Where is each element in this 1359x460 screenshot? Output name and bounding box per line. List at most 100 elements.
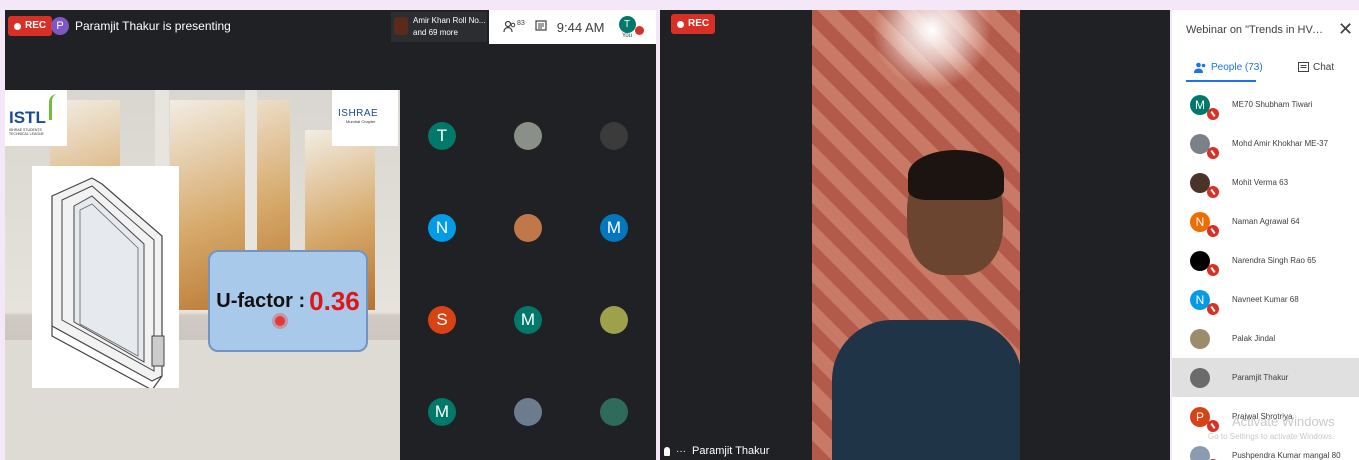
photo-avatar-icon[interactable] (600, 398, 628, 426)
participant-name: Palak Jindal (1232, 334, 1276, 343)
participant-avatar (1190, 250, 1219, 276)
window-section-illustration (51, 177, 165, 391)
participant-tile[interactable]: N (428, 214, 456, 242)
photo-avatar-icon[interactable] (600, 122, 628, 150)
photo-avatar-icon[interactable] (514, 398, 542, 426)
photo-avatar-icon[interactable] (600, 306, 628, 334)
recording-badge: REC (8, 16, 53, 36)
presenter-avatar: P (51, 17, 69, 35)
participant-tile[interactable]: T (428, 122, 456, 150)
mic-off-icon (1207, 185, 1219, 198)
participant-initial: N (435, 218, 449, 237)
speaker-view: REC ··· Paramjit Thakur (660, 10, 1170, 460)
participant-row[interactable]: Paramjit Thakur (1172, 358, 1359, 397)
participant-row[interactable]: Mohd Amir Khokhar ME-37 (1172, 124, 1359, 163)
mic-off-icon (1207, 263, 1219, 276)
chat-button[interactable] (535, 19, 547, 35)
speaker-hair (908, 150, 1004, 200)
mic-off-icon (1207, 302, 1219, 315)
light-glare (872, 10, 992, 90)
close-icon[interactable]: ✕ (1338, 19, 1353, 40)
tab-people[interactable]: People (73) (1194, 62, 1263, 73)
speaker-shirt (832, 320, 1020, 460)
participant-name: Mohit Verma 63 (1232, 178, 1289, 187)
record-dot-icon (677, 20, 684, 28)
chat-icon (1298, 62, 1309, 72)
recording-label: REC (688, 18, 710, 29)
participant-name: ME70 Shubham Tiwari (1232, 100, 1313, 109)
meeting-controls: 83 9:44 AM T You (489, 10, 656, 44)
recording-label: REC (25, 20, 47, 31)
participant-name: Paramjit Thakur (1232, 373, 1289, 382)
notification-line2: and 69 more (413, 28, 458, 37)
participant-avatar (1190, 133, 1219, 159)
participant-avatar (1190, 172, 1219, 198)
participant-row[interactable]: N Naman Agrawal 64 (1172, 202, 1359, 241)
participant-initial: M (434, 402, 450, 421)
participant-avatar (1190, 445, 1219, 460)
participant-avatar (1190, 328, 1210, 349)
participant-name: Mohd Amir Khokhar ME-37 (1232, 139, 1329, 148)
mic-off-icon (1207, 146, 1219, 159)
u-factor-value: 0.36 (309, 285, 360, 316)
u-factor-label: U-factor : (216, 289, 306, 312)
tab-chat[interactable]: Chat (1298, 62, 1334, 73)
active-tab-indicator (1186, 80, 1256, 82)
participant-initial: M (1195, 97, 1205, 112)
notification-line1: Amir Khan Roll No... (413, 16, 486, 25)
mic-icon (664, 446, 670, 456)
participant-row[interactable]: Narendra Singh Rao 65 (1172, 241, 1359, 280)
table-plank (315, 340, 400, 460)
activation-watermark: Activate Windows (1232, 414, 1335, 429)
meeting-title: Webinar on "Trends in HVAC Indu... (1186, 24, 1326, 36)
ishrae-logo: ISHRAE Mumbai Chapter (332, 90, 398, 146)
participant-avatar: N (1190, 211, 1219, 237)
photo-avatar-icon[interactable] (514, 214, 542, 242)
chat-icon (535, 19, 547, 31)
participant-row[interactable]: M ME70 Shubham Tiwari (1172, 85, 1359, 124)
join-notification[interactable]: Amir Khan Roll No... and 69 more (391, 12, 487, 42)
speaker-name-bar: ··· Paramjit Thakur (664, 445, 769, 457)
participant-row[interactable]: Mohit Verma 63 (1172, 163, 1359, 202)
participant-tile[interactable]: S (428, 306, 456, 334)
tab-people-label: People (73) (1211, 62, 1263, 73)
participants-button[interactable]: 83 (503, 20, 525, 34)
recording-badge: REC (671, 14, 716, 34)
participant-tile[interactable]: M (514, 306, 542, 334)
participant-name: Naman Agrawal 64 (1232, 217, 1300, 226)
participant-initial: T (436, 126, 448, 145)
activation-watermark-sub: Go to Settings to activate Windows. (1208, 432, 1335, 441)
participant-initial: M (520, 310, 536, 329)
pointer-cursor-icon (275, 316, 285, 326)
mic-off-icon (634, 25, 644, 35)
photo-avatar-icon[interactable] (514, 122, 542, 150)
people-panel: Webinar on "Trends in HVAC Indu... ✕ Peo… (1172, 10, 1359, 460)
participant-tile[interactable]: M (600, 214, 628, 242)
mic-off-icon (1207, 107, 1219, 120)
presenting-status: Paramjit Thakur is presenting (75, 19, 231, 33)
participant-name: Narendra Singh Rao 65 (1232, 256, 1317, 265)
record-dot-icon (14, 22, 21, 30)
table-plank (235, 340, 316, 460)
window-frame-diagram (32, 166, 179, 391)
self-tile[interactable]: T You (618, 15, 644, 39)
u-factor-callout: U-factor : 0.36 (208, 250, 368, 352)
speaker-video (812, 10, 1020, 460)
participant-tile[interactable]: M (428, 398, 456, 426)
clock-time: 9:44 AM (556, 19, 605, 35)
participant-row[interactable]: N Navneet Kumar 68 (1172, 280, 1359, 319)
tab-chat-label: Chat (1313, 62, 1335, 73)
meeting-top-bar: REC P Paramjit Thakur is presenting Amir… (5, 10, 656, 44)
mic-off-icon (1207, 419, 1219, 432)
istl-logo: ISTL ISHRAE STUDENTS TECHNICAL LEAGUE (5, 90, 67, 146)
emblem-icon (394, 17, 408, 35)
participant-avatar (1190, 367, 1210, 388)
mic-off-icon (1207, 224, 1219, 237)
participant-row[interactable]: Palak Jindal (1172, 319, 1359, 358)
participant-initial: S (436, 310, 448, 329)
more-dots-icon: ··· (676, 445, 686, 457)
people-icon (1194, 62, 1206, 73)
participant-initial: P (1195, 409, 1204, 424)
participant-avatar: N (1190, 289, 1219, 315)
shared-slide: ISTL ISHRAE STUDENTS TECHNICAL LEAGUE IS… (5, 90, 400, 460)
